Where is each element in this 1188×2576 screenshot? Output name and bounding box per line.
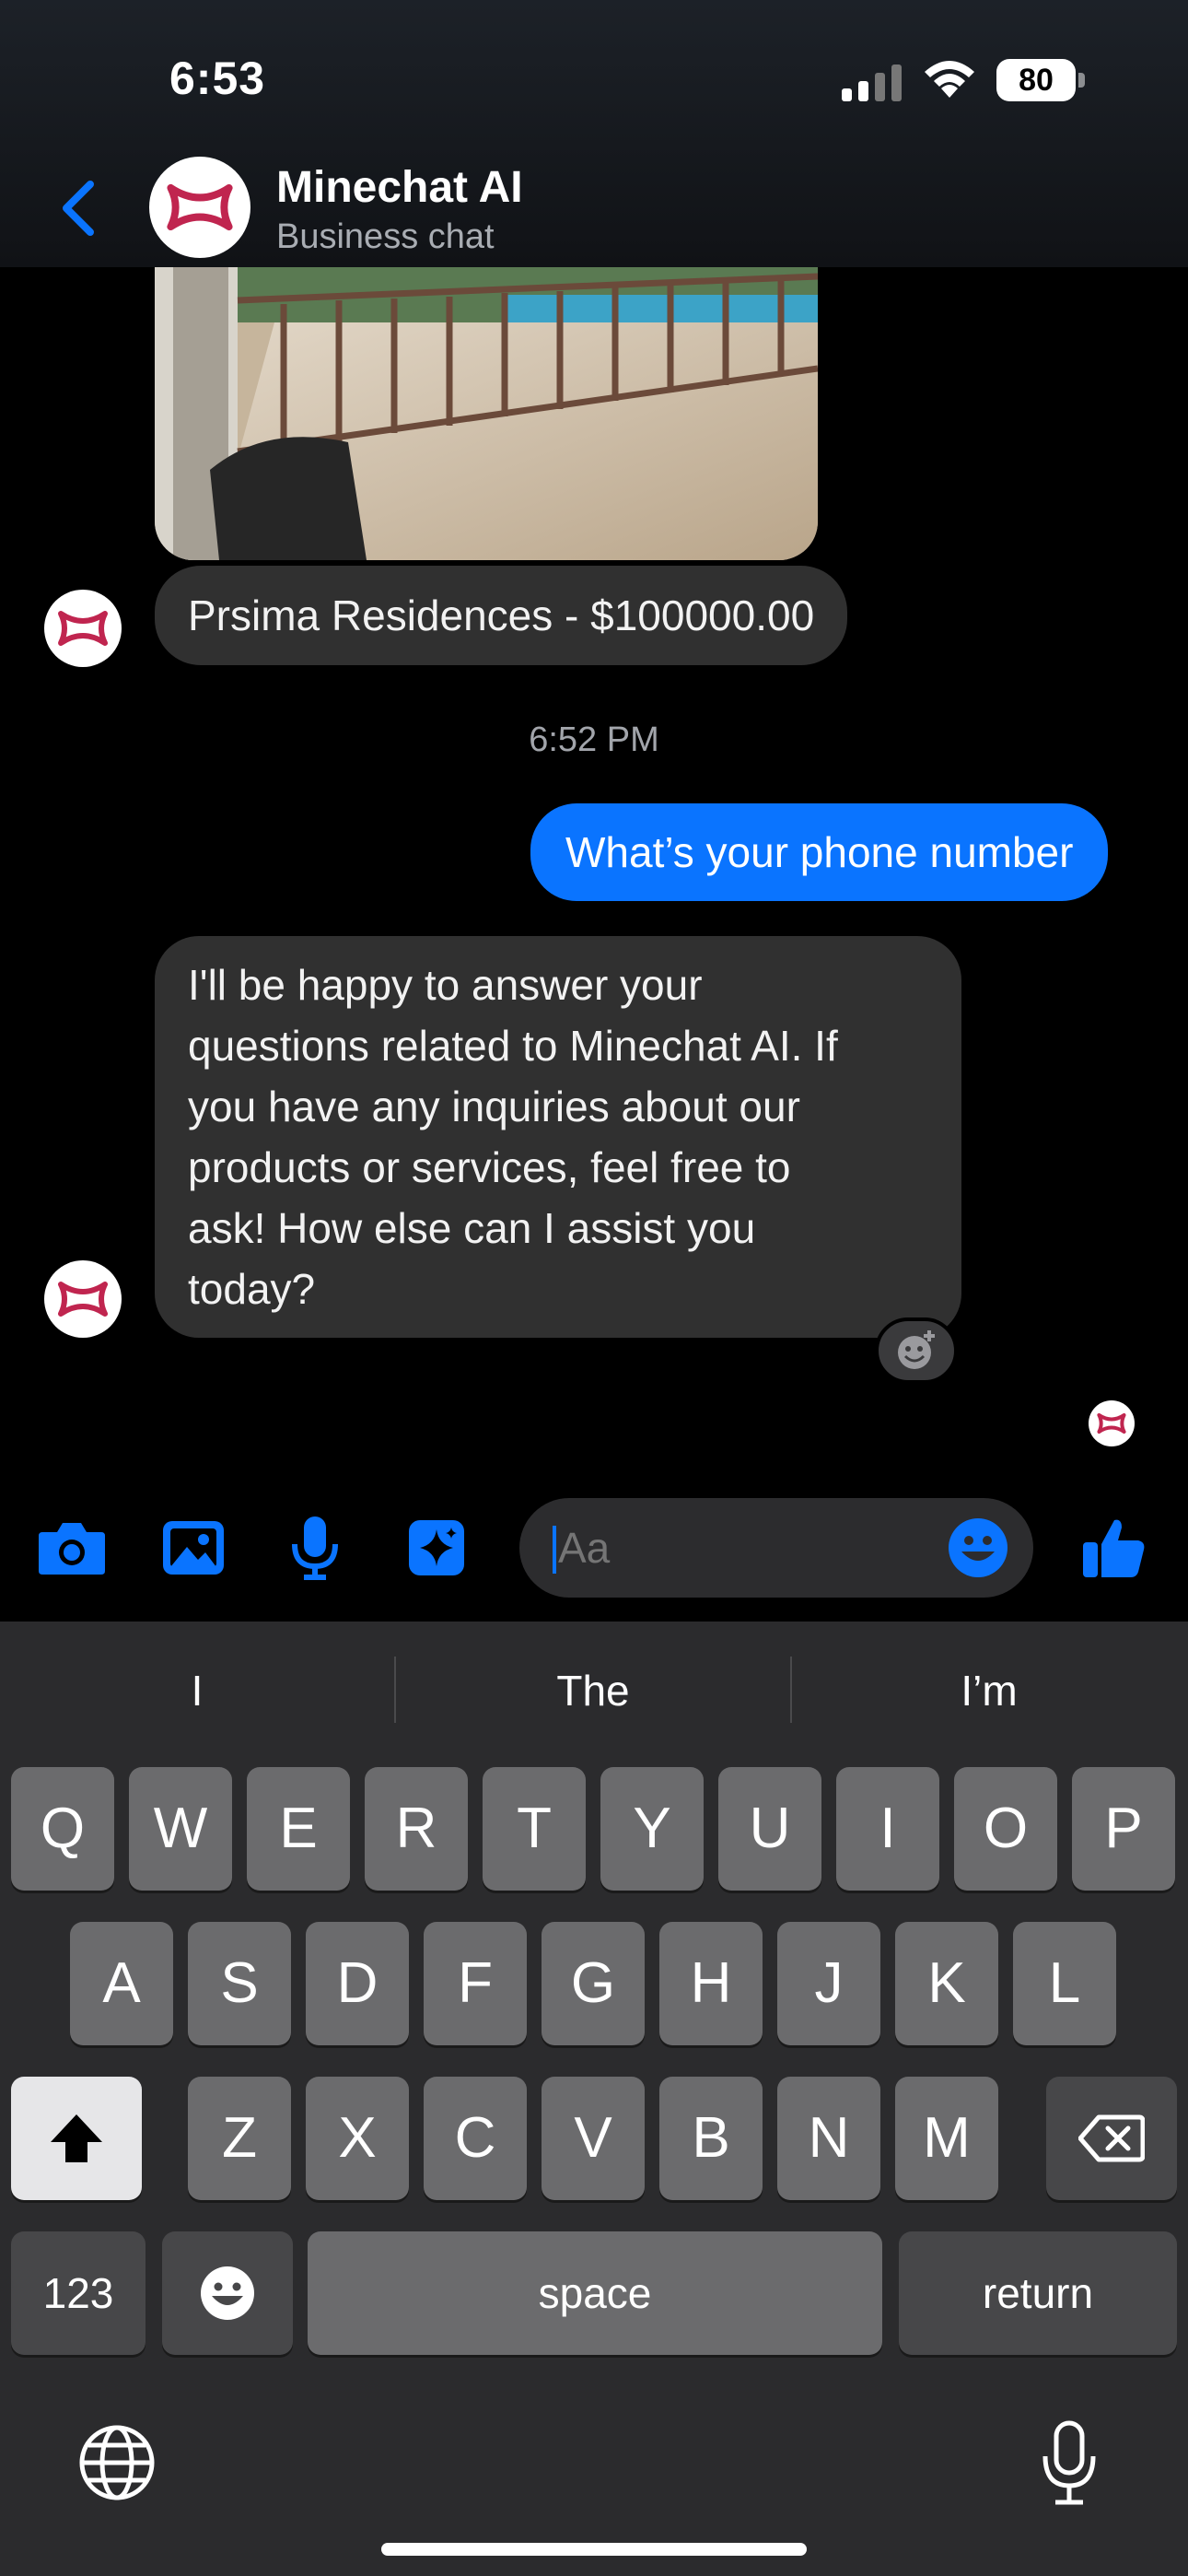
ai-sparkle-button[interactable] bbox=[400, 1511, 473, 1585]
sparkle-icon bbox=[409, 1520, 464, 1575]
key-g[interactable]: G bbox=[542, 1922, 645, 2045]
return-key[interactable]: return bbox=[899, 2231, 1177, 2355]
contact-avatar[interactable] bbox=[149, 157, 250, 258]
battery-tip bbox=[1078, 73, 1085, 88]
contact-name[interactable]: Minechat AI bbox=[276, 162, 523, 213]
outgoing-message-text: What’s your phone number bbox=[565, 828, 1074, 876]
key-t[interactable]: T bbox=[483, 1767, 586, 1891]
key-r[interactable]: R bbox=[365, 1767, 468, 1891]
add-reaction-button[interactable] bbox=[875, 1317, 958, 1384]
suggestion[interactable]: I’m bbox=[792, 1622, 1186, 1760]
shift-key[interactable] bbox=[11, 2077, 142, 2200]
seen-indicator-avatar bbox=[1089, 1400, 1135, 1446]
emoji-icon[interactable] bbox=[947, 1516, 1009, 1579]
key-k[interactable]: K bbox=[895, 1922, 998, 2045]
outgoing-message[interactable]: What’s your phone number bbox=[530, 803, 1109, 901]
key-c[interactable]: C bbox=[424, 2077, 527, 2200]
emoji-keyboard-icon bbox=[201, 2266, 254, 2320]
message-input-pill[interactable] bbox=[519, 1498, 1033, 1598]
backspace-icon bbox=[1077, 2114, 1146, 2162]
wifi-icon bbox=[925, 61, 974, 98]
globe-icon[interactable] bbox=[77, 2423, 157, 2502]
status-bar: 6:53 80 bbox=[0, 0, 1188, 157]
key-y[interactable]: Y bbox=[600, 1767, 704, 1891]
listing-caption-bubble[interactable]: Prsima Residences - $100000.00 bbox=[155, 566, 848, 665]
key-l[interactable]: L bbox=[1013, 1922, 1116, 2045]
reply-line: questions related to Minechat AI. If bbox=[188, 1022, 838, 1070]
keyboard: I The I’m Q W E R T Y U I O P A S D F G … bbox=[0, 1622, 1188, 2576]
camera-icon bbox=[39, 1523, 105, 1575]
thumbs-up-icon bbox=[1083, 1519, 1145, 1577]
back-button[interactable] bbox=[52, 171, 107, 245]
key-e[interactable]: E bbox=[247, 1767, 350, 1891]
incoming-reply[interactable]: I'll be happy to answer your questions r… bbox=[155, 936, 961, 1338]
cellular-signal-icon bbox=[842, 64, 902, 101]
battery-indicator: 80 bbox=[996, 59, 1085, 101]
key-v[interactable]: V bbox=[542, 2077, 645, 2200]
mic-icon bbox=[292, 1516, 338, 1580]
reply-line: today? bbox=[188, 1265, 316, 1313]
camera-button[interactable] bbox=[35, 1511, 109, 1585]
like-button[interactable] bbox=[1077, 1511, 1151, 1585]
message-input[interactable] bbox=[558, 1520, 926, 1575]
reply-line: you have any inquiries about our bbox=[188, 1083, 800, 1130]
add-reaction-icon bbox=[898, 1330, 935, 1369]
bot-avatar[interactable] bbox=[44, 1260, 122, 1338]
key-i[interactable]: I bbox=[836, 1767, 939, 1891]
key-p[interactable]: P bbox=[1072, 1767, 1175, 1891]
key-b[interactable]: B bbox=[659, 2077, 763, 2200]
space-key[interactable]: space bbox=[308, 2231, 882, 2355]
listing-photo[interactable] bbox=[155, 267, 818, 560]
reply-line: products or services, feel free to bbox=[188, 1143, 791, 1191]
backspace-key[interactable] bbox=[1046, 2077, 1177, 2200]
emoji-key[interactable] bbox=[162, 2231, 293, 2355]
battery-level: 80 bbox=[996, 59, 1076, 101]
reply-line: ask! How else can I assist you bbox=[188, 1204, 756, 1252]
voice-message-button[interactable] bbox=[278, 1511, 352, 1585]
suggestion[interactable]: I bbox=[0, 1622, 394, 1760]
numbers-key[interactable]: 123 bbox=[11, 2231, 146, 2355]
key-o[interactable]: O bbox=[954, 1767, 1057, 1891]
minechat-logo-icon bbox=[167, 183, 233, 231]
key-j[interactable]: J bbox=[777, 1922, 880, 2045]
key-h[interactable]: H bbox=[659, 1922, 763, 2045]
back-chevron-icon bbox=[63, 181, 94, 236]
key-w[interactable]: W bbox=[129, 1767, 232, 1891]
predictive-suggestions: I The I’m bbox=[0, 1622, 1188, 1760]
key-f[interactable]: F bbox=[424, 1922, 527, 2045]
gallery-button[interactable] bbox=[157, 1511, 230, 1585]
suggestion[interactable]: The bbox=[396, 1622, 790, 1760]
listing-caption: Prsima Residences - $100000.00 bbox=[188, 591, 815, 639]
dictation-mic-icon[interactable] bbox=[1041, 2419, 1098, 2506]
bot-avatar[interactable] bbox=[44, 590, 122, 667]
reply-line: I'll be happy to answer your bbox=[188, 961, 703, 1009]
home-indicator[interactable] bbox=[381, 2543, 807, 2556]
key-q[interactable]: Q bbox=[11, 1767, 114, 1891]
message-timestamp: 6:52 PM bbox=[529, 720, 659, 759]
key-s[interactable]: S bbox=[188, 1922, 291, 2045]
text-cursor bbox=[553, 1526, 556, 1574]
key-a[interactable]: A bbox=[70, 1922, 173, 2045]
contact-subtitle: Business chat bbox=[276, 217, 495, 256]
status-time: 6:53 bbox=[169, 53, 266, 104]
key-z[interactable]: Z bbox=[188, 2077, 291, 2200]
key-n[interactable]: N bbox=[777, 2077, 880, 2200]
key-u[interactable]: U bbox=[718, 1767, 821, 1891]
gallery-icon bbox=[163, 1521, 224, 1575]
shift-icon bbox=[51, 2114, 102, 2162]
key-x[interactable]: X bbox=[306, 2077, 409, 2200]
key-m[interactable]: M bbox=[895, 2077, 998, 2200]
key-d[interactable]: D bbox=[306, 1922, 409, 2045]
